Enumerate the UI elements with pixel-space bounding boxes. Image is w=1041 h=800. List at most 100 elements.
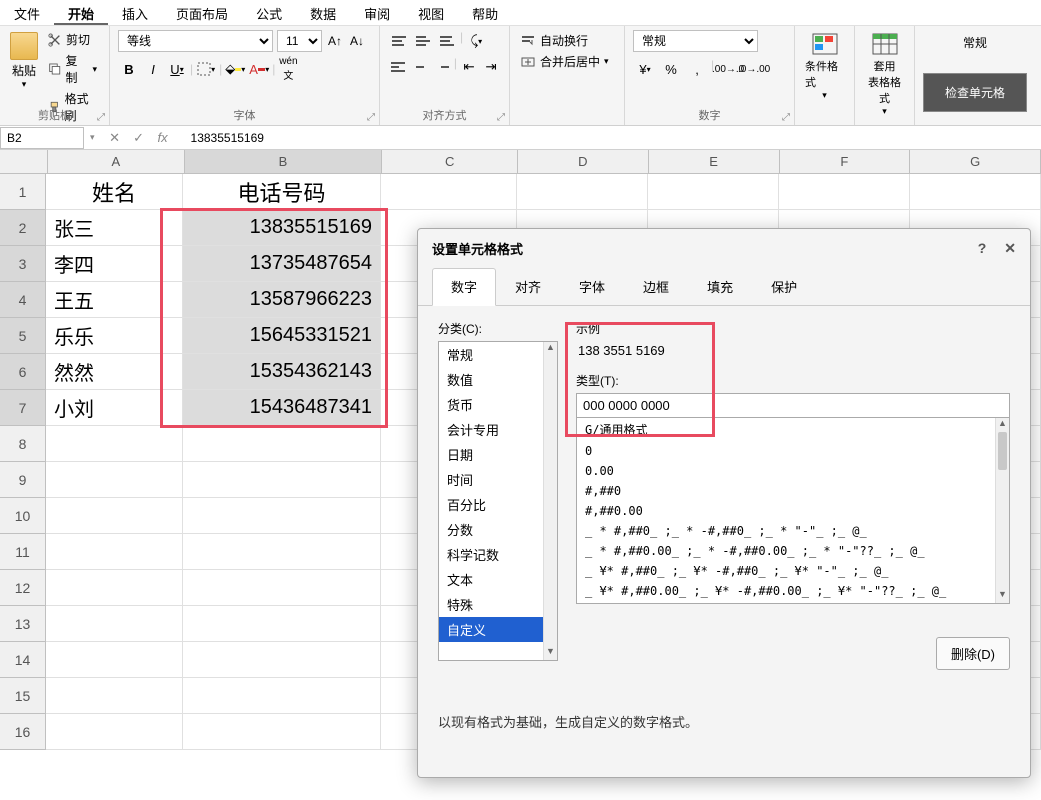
cell-B5[interactable]: 15645331521 [183,318,381,354]
cell-A6[interactable]: 然然 [46,354,183,390]
category-item[interactable]: 文本 [439,567,557,592]
col-header-G[interactable]: G [910,150,1041,173]
fill-color-button[interactable]: ⬙▾ [224,58,246,80]
cell-G1[interactable] [910,174,1041,210]
row-header-16[interactable]: 16 [0,714,46,750]
category-item[interactable]: 百分比 [439,492,557,517]
cell-A4[interactable]: 王五 [46,282,183,318]
cell-B2[interactable]: 13835515169 [183,210,381,246]
cell[interactable] [183,678,381,714]
col-header-E[interactable]: E [649,150,780,173]
category-scrollbar[interactable]: ▲ ▼ [543,342,557,660]
table-format-button[interactable]: 套用 表格格式 ▾ [863,30,906,119]
category-item[interactable]: 时间 [439,467,557,492]
font-size-select[interactable]: 11 [277,30,322,52]
col-header-C[interactable]: C [382,150,518,173]
cell-B1[interactable]: 电话号码 [183,174,381,210]
category-item[interactable]: 日期 [439,442,557,467]
cell[interactable] [46,534,183,570]
merge-button[interactable]: 合并后居中 ▾ [518,51,616,72]
tab-align[interactable]: 对齐 [496,268,560,305]
row-header-4[interactable]: 4 [0,282,46,318]
tab-protect[interactable]: 保护 [752,268,816,305]
menu-page-layout[interactable]: 页面布局 [162,0,242,25]
align-middle-button[interactable] [412,30,434,52]
row-header-14[interactable]: 14 [0,642,46,678]
style-normal[interactable]: 常规 [923,30,1027,55]
cell-A7[interactable]: 小刘 [46,390,183,426]
comma-button[interactable]: , [685,58,709,80]
row-header-10[interactable]: 10 [0,498,46,534]
increase-font-icon[interactable]: A↑ [326,32,344,50]
type-item[interactable]: G/通用格式 [577,418,1009,441]
category-list[interactable]: 常规 数值 货币 会计专用 日期 时间 百分比 分数 科学记数 文本 特殊 自定… [438,341,558,661]
align-expand[interactable]: ⤢ [497,112,505,123]
formula-input[interactable] [183,129,1041,147]
cell[interactable] [46,498,183,534]
cell-B7[interactable]: 15436487341 [183,390,381,426]
menu-formula[interactable]: 公式 [242,0,296,25]
col-header-B[interactable]: B [185,150,383,173]
row-header-9[interactable]: 9 [0,462,46,498]
type-item[interactable]: #,##0 [577,481,1009,501]
cell-C1[interactable] [381,174,517,210]
row-header-12[interactable]: 12 [0,570,46,606]
cell[interactable] [183,714,381,750]
cell[interactable] [46,462,183,498]
row-header-15[interactable]: 15 [0,678,46,714]
cell-A2[interactable]: 张三 [46,210,183,246]
font-expand[interactable]: ⤢ [367,112,375,123]
cell-B3[interactable]: 13735487654 [183,246,381,282]
increase-decimal-button[interactable]: .00→.0 [716,58,740,80]
cell[interactable] [183,426,381,462]
menu-help[interactable]: 帮助 [458,0,512,25]
align-bottom-button[interactable] [436,30,458,52]
cut-button[interactable]: 剪切 [44,30,101,49]
type-scrollbar[interactable]: ▲ ▼ [995,418,1009,603]
bold-button[interactable]: B [118,58,140,80]
scroll-down-icon[interactable]: ▼ [996,589,1009,603]
align-right-button[interactable] [432,56,452,78]
category-item[interactable]: 常规 [439,342,557,367]
scroll-down-icon[interactable]: ▼ [544,646,557,660]
italic-button[interactable]: I [142,58,164,80]
tab-font[interactable]: 字体 [560,268,624,305]
category-item[interactable]: 数值 [439,367,557,392]
col-header-F[interactable]: F [780,150,911,173]
cancel-formula-icon[interactable]: ✕ [107,130,123,146]
border-button[interactable]: ▾ [195,58,217,80]
accept-formula-icon[interactable]: ✓ [131,130,147,146]
type-item[interactable]: _ ¥* #,##0.00_ ;_ ¥* -#,##0.00_ ;_ ¥* "-… [577,581,1009,601]
type-item[interactable]: _ ¥* #,##0_ ;_ ¥* -#,##0_ ;_ ¥* "-"_ ;_ … [577,561,1009,581]
tab-number[interactable]: 数字 [432,268,496,306]
decrease-font-icon[interactable]: A↓ [348,32,366,50]
category-item[interactable]: 货币 [439,392,557,417]
cell[interactable] [183,570,381,606]
font-color-button[interactable]: A▾ [248,58,270,80]
style-check-cell[interactable]: 检查单元格 [923,73,1027,112]
row-header-3[interactable]: 3 [0,246,46,282]
cell[interactable] [46,570,183,606]
dialog-help-icon[interactable]: ? [978,240,987,257]
cell[interactable] [183,498,381,534]
menu-file[interactable]: 文件 [0,0,54,25]
scroll-thumb[interactable] [998,432,1007,470]
align-top-button[interactable] [388,30,410,52]
category-item[interactable]: 科学记数 [439,542,557,567]
underline-button[interactable]: U▾ [166,58,188,80]
row-header-11[interactable]: 11 [0,534,46,570]
type-item[interactable]: _ * #,##0.00_ ;_ * -#,##0.00_ ;_ * "-"??… [577,541,1009,561]
row-header-13[interactable]: 13 [0,606,46,642]
orientation-button[interactable]: ⤹▾ [465,30,487,52]
row-header-6[interactable]: 6 [0,354,46,390]
cell[interactable] [183,534,381,570]
scroll-up-icon[interactable]: ▲ [996,418,1009,432]
fx-icon[interactable]: fx [155,130,171,146]
category-item[interactable]: 会计专用 [439,417,557,442]
menu-view[interactable]: 视图 [404,0,458,25]
scroll-up-icon[interactable]: ▲ [544,342,557,356]
cell-A1[interactable]: 姓名 [46,174,183,210]
align-left-button[interactable] [388,56,408,78]
align-center-button[interactable] [410,56,430,78]
select-all-corner[interactable] [0,150,48,173]
